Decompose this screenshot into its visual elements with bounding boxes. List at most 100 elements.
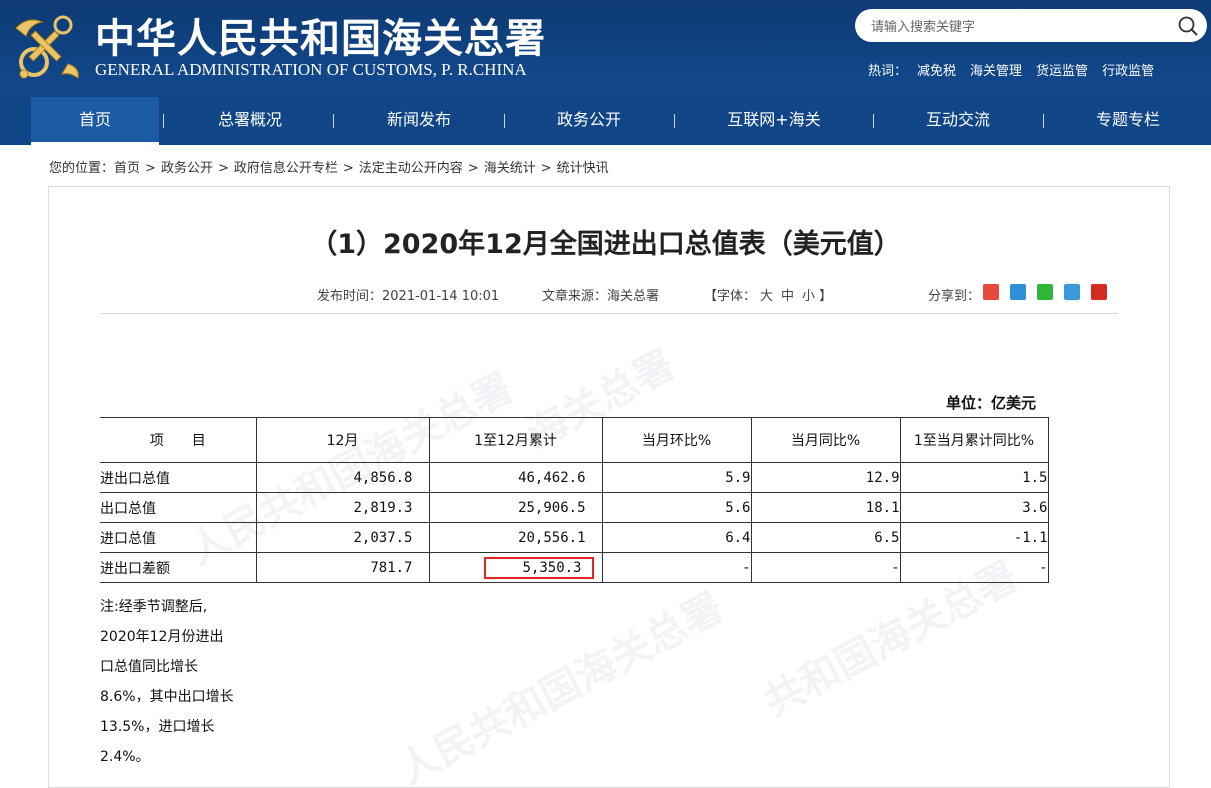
breadcrumb-separator: > (342, 161, 354, 176)
title-divider (100, 313, 1118, 314)
font-size-large-button[interactable]: 大 (760, 289, 773, 304)
table-header: 当月同比% (750, 417, 901, 463)
table-row: 出口总值 2,819.3 25,906.5 5.6 18.1 3.6 (100, 492, 1049, 523)
site-title-en[interactable]: GENERAL ADMINISTRATION OF CUSTOMS, P. R.… (95, 60, 527, 80)
breadcrumb-item[interactable]: 政务公开 (161, 161, 213, 176)
breadcrumb-separator: > (145, 161, 156, 176)
hotword-link[interactable]: 海关管理 (970, 60, 1022, 79)
table-header: 1至当月累计同比% (899, 417, 1049, 463)
nav-divider (873, 114, 874, 128)
table-row: 进出口差额 781.7 5,350.3 - - - (100, 552, 1049, 583)
site-header: 中华人民共和国海关总署 GENERAL ADMINISTRATION OF CU… (0, 0, 1211, 145)
table-cell: 6.5 (751, 522, 901, 553)
site-title-cn[interactable]: 中华人民共和国海关总署 (95, 6, 546, 64)
hotword-link[interactable]: 货运监管 (1036, 60, 1088, 79)
table-cell: 20,556.1 (429, 522, 603, 553)
breadcrumb: 您的位置：首页 > 政务公开 > 政府信息公开专栏 > 法定主动公开内容 > 海关统计 > 统计快讯 (49, 157, 609, 176)
share-icons (983, 284, 1107, 300)
table-cell: 781.7 (256, 552, 430, 583)
nav-item-internet-customs[interactable]: 互联网+海关 (710, 97, 838, 145)
table-cell-item: 进口总值 (100, 522, 257, 553)
breadcrumb-item[interactable]: 海关统计 (484, 161, 536, 176)
hotwords-bar: 热词： 减免税 海关管理 货运监管 行政监管 (868, 60, 1154, 79)
table-cell: 2,819.3 (256, 492, 430, 523)
breadcrumb-separator: > (217, 161, 229, 176)
table-cell-item: 进出口差额 (100, 552, 257, 583)
table-cell: 6.4 (602, 522, 752, 553)
nav-item-government-affairs[interactable]: 政务公开 (525, 97, 653, 145)
table-cell-item: 出口总值 (100, 492, 257, 523)
breadcrumb-item[interactable]: 法定主动公开内容 (359, 161, 463, 176)
table-cell: 3.6 (900, 492, 1049, 523)
font-size-close: 】 (819, 289, 833, 304)
wechat-icon[interactable] (1037, 284, 1053, 300)
table-cell: - (602, 552, 752, 583)
note-line: 2.4%。 (100, 749, 150, 765)
table-header-row: 项 目 12月 1至12月累计 当月环比% 当月同比% 1至当月累计同比% (100, 417, 1049, 463)
table-note: 注:经季节调整后, 2020年12月份进出 口总值同比增长 8.6%，其中出口增… (100, 592, 270, 772)
publish-time-label: 发布时间： (317, 289, 383, 304)
hotword-link[interactable]: 减免税 (917, 60, 956, 79)
trade-value-table: 项 目 12月 1至12月累计 当月环比% 当月同比% 1至当月累计同比% 进出… (100, 417, 1049, 583)
breadcrumb-item[interactable]: 政府信息公开专栏 (234, 161, 338, 176)
search-icon[interactable] (1177, 15, 1199, 37)
table-cell: 5.6 (602, 492, 752, 523)
table-header: 12月 (255, 417, 430, 463)
breadcrumb-item-home[interactable]: 首页 (114, 161, 140, 176)
nav-divider (504, 114, 505, 128)
hotword-link[interactable]: 行政监管 (1102, 60, 1154, 79)
font-size-medium-button[interactable]: 中 (781, 289, 794, 304)
weibo-icon[interactable] (983, 284, 999, 300)
nav-divider (674, 114, 675, 128)
qzone-icon[interactable] (1010, 284, 1026, 300)
nav-divider (163, 114, 164, 128)
customs-emblem-icon[interactable] (8, 8, 86, 84)
watermark: 人民共和国海关总署 (390, 583, 731, 788)
table-cell: - (900, 552, 1049, 583)
table-cell: 25,906.5 (429, 492, 603, 523)
nav-item-home[interactable]: 首页 (31, 97, 159, 145)
table-cell-item: 进出口总值 (100, 462, 257, 493)
breadcrumb-separator: > (540, 161, 552, 176)
nav-item-special-topics[interactable]: 专题专栏 (1064, 97, 1192, 145)
source-value: 海关总署 (607, 289, 660, 304)
breadcrumb-prefix: 您的位置： (49, 161, 115, 176)
source-label: 文章来源： (542, 289, 608, 304)
search-input[interactable] (869, 16, 1173, 38)
table-cell: -1.1 (900, 522, 1049, 553)
note-line: 口总值同比增长 (100, 659, 198, 675)
table-unit: 单位：亿美元 (946, 394, 1037, 412)
note-line: 2020年12月份进出 (100, 629, 224, 645)
nav-divider (1043, 114, 1044, 128)
article-source: 文章来源：海关总署 (542, 285, 659, 304)
table-cell: 1.5 (900, 462, 1049, 493)
table-row: 进口总值 2,037.5 20,556.1 6.4 6.5 -1.1 (100, 522, 1049, 553)
table-cell: 5,350.3 (429, 552, 603, 583)
table-cell: 5.9 (602, 462, 752, 493)
font-size-label: 【字体： (704, 289, 757, 304)
table-cell: 12.9 (751, 462, 901, 493)
article-title: （1）2020年12月全国进出口总值表（美元值） (310, 229, 901, 260)
font-size-small-button[interactable]: 小 (802, 289, 815, 304)
table-cell: 2,037.5 (256, 522, 430, 553)
highlighted-trade-balance: 5,350.3 (484, 556, 594, 579)
breadcrumb-item-current[interactable]: 统计快讯 (557, 161, 609, 176)
nav-item-overview[interactable]: 总署概况 (186, 97, 314, 145)
table-cell: 46,462.6 (429, 462, 603, 493)
table-header: 当月环比% (601, 417, 752, 463)
nav-item-news[interactable]: 新闻发布 (355, 97, 483, 145)
table-header: 1至12月累计 (428, 417, 603, 463)
table-cell: 18.1 (751, 492, 901, 523)
table-header: 项 目 (100, 417, 257, 463)
people-icon[interactable] (1091, 284, 1107, 300)
table-row: 进出口总值 4,856.8 46,462.6 5.9 12.9 1.5 (100, 462, 1049, 493)
nav-item-interaction[interactable]: 互动交流 (894, 97, 1022, 145)
table-cell: - (751, 552, 901, 583)
renren-icon[interactable] (1064, 284, 1080, 300)
note-line: 8.6%，其中出口增长 (100, 689, 234, 705)
note-line: 注:经季节调整后, (100, 599, 208, 615)
nav-divider (333, 114, 334, 128)
share-label: 分享到： (928, 289, 981, 304)
font-size-switcher: 【字体：大中小】 (704, 285, 832, 304)
breadcrumb-separator: > (467, 161, 479, 176)
